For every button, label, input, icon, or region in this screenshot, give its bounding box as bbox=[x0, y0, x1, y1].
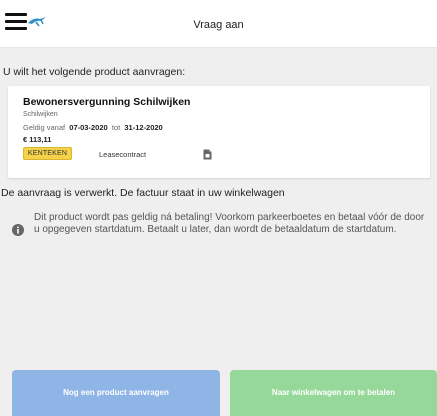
product-card: Bewonersvergunning Schilwijken Schilwijk… bbox=[8, 86, 430, 178]
processed-message: De aanvraag is verwerkt. De factuur staa… bbox=[1, 187, 285, 199]
to-cart-button[interactable]: Naar winkelwagen om te betalen bbox=[230, 370, 437, 416]
product-area: Schilwijken bbox=[23, 111, 58, 118]
new-product-button[interactable]: Nog een product aanvragen bbox=[12, 370, 220, 416]
app: Vraag aan U wilt het volgende product aa… bbox=[0, 0, 437, 416]
product-validity: Geldig vanaf 07-03-2020 tot 31-12-2020 bbox=[23, 123, 163, 132]
product-name: Bewonersvergunning Schilwijken bbox=[23, 96, 191, 108]
kenteken-badge: KENTEKEN bbox=[23, 147, 72, 160]
info-icon bbox=[12, 224, 24, 236]
valid-from-date: 07-03-2020 bbox=[69, 123, 108, 132]
header: Vraag aan bbox=[0, 0, 437, 48]
page-title: Vraag aan bbox=[193, 19, 244, 31]
product-price: € 113,11 bbox=[23, 135, 52, 144]
valid-to-label: tot bbox=[111, 123, 121, 132]
lease-label: Leasecontract bbox=[99, 150, 147, 159]
main-content: U wilt het volgende product aanvragen: B… bbox=[0, 48, 437, 416]
info-message: Dit product wordt pas geldig ná betaling… bbox=[34, 212, 425, 235]
valid-to-date: 31-12-2020 bbox=[124, 123, 163, 132]
valid-from-label: Geldig vanaf bbox=[23, 123, 66, 132]
intro-text: U wilt het volgende product aanvragen: bbox=[3, 66, 186, 78]
document-icon[interactable] bbox=[203, 149, 212, 160]
